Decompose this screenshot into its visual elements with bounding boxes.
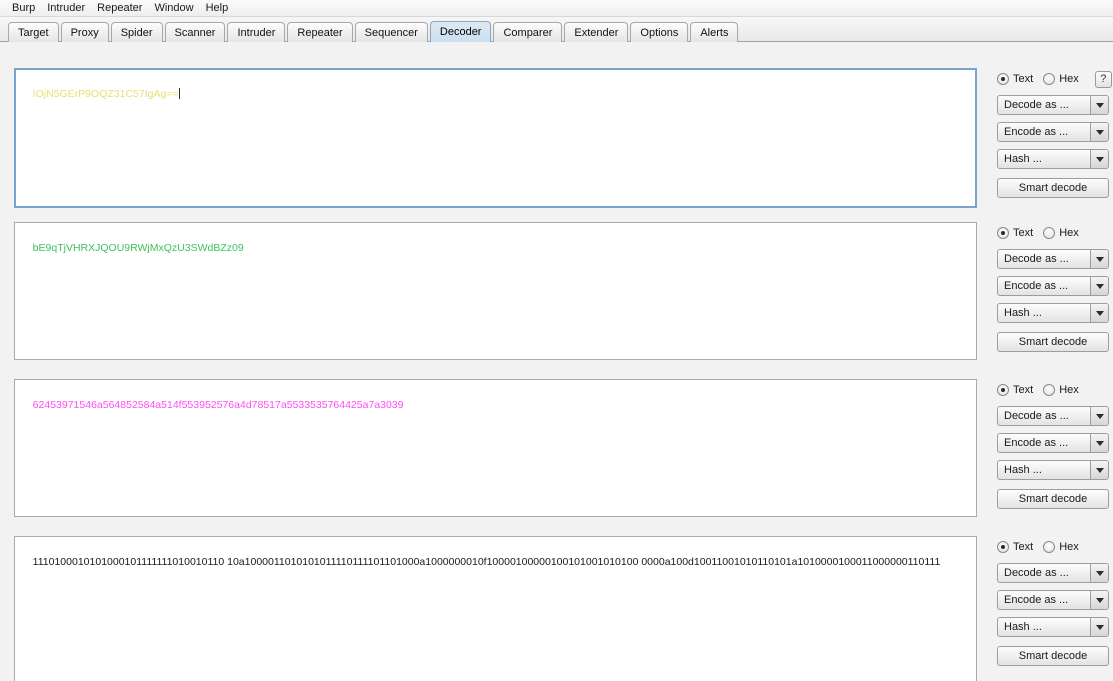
encode-as-dropdown-4[interactable]: Encode as ... <box>997 590 1109 610</box>
encode-as-label-1: Encode as ... <box>1004 126 1069 138</box>
radio-hex-label-3: Hex <box>1059 384 1079 396</box>
radio-text-4[interactable] <box>997 541 1009 553</box>
chevron-down-icon[interactable] <box>1090 250 1108 268</box>
hash-dropdown-4[interactable]: Hash ... <box>997 617 1109 637</box>
encode-as-dropdown-2[interactable]: Encode as ... <box>997 276 1109 296</box>
tab-target[interactable]: Target <box>8 22 59 42</box>
encode-as-label-3: Encode as ... <box>1004 437 1069 449</box>
hash-dropdown-2[interactable]: Hash ... <box>997 303 1109 323</box>
chevron-down-icon[interactable] <box>1090 564 1108 582</box>
tab-extender[interactable]: Extender <box>564 22 629 42</box>
tab-proxy[interactable]: Proxy <box>60 22 109 42</box>
chevron-down-icon[interactable] <box>1090 618 1108 636</box>
smart-decode-button-4[interactable]: Smart decode <box>997 646 1109 666</box>
decoder-input-text: IOjN5GErP9OQZ31C57IgAg== <box>32 88 179 100</box>
radio-text-3[interactable] <box>997 384 1009 396</box>
decode-as-label-4: Decode as ... <box>1004 567 1069 579</box>
smart-decode-button-3[interactable]: Smart decode <box>997 489 1109 509</box>
tab-scanner[interactable]: Scanner <box>164 22 226 42</box>
tab-decoder[interactable]: Decoder <box>429 21 492 42</box>
decoder-stage2-textarea[interactable]: 62453971546a564852584a514f553952576a4d78… <box>14 379 977 517</box>
mode-radio-group-3: Text Hex <box>997 381 1113 399</box>
decode-as-dropdown-1[interactable]: Decode as ... <box>997 95 1109 115</box>
decoder-workspace: IOjN5GErP9OQZ31C57IgAg== Text Hex ? Deco… <box>0 42 1113 681</box>
radio-hex-4[interactable] <box>1043 541 1056 553</box>
tab-spider[interactable]: Spider <box>110 22 163 42</box>
decode-as-dropdown-4[interactable]: Decode as ... <box>997 563 1109 583</box>
hash-label-1: Hash ... <box>1004 153 1042 165</box>
text-caret <box>178 88 180 99</box>
smart-decode-button-2[interactable]: Smart decode <box>997 332 1109 352</box>
hash-label-2: Hash ... <box>1004 307 1042 319</box>
encode-as-dropdown-1[interactable]: Encode as ... <box>997 122 1109 142</box>
help-button-1[interactable]: ? <box>1094 70 1112 88</box>
tab-repeater[interactable]: Repeater <box>287 22 353 42</box>
radio-hex-2[interactable] <box>1043 227 1056 239</box>
encode-as-label-2: Encode as ... <box>1004 280 1069 292</box>
radio-text-label-2: Text <box>1013 227 1034 239</box>
radio-text-2[interactable] <box>997 227 1009 239</box>
encode-as-label-4: Encode as ... <box>1004 594 1069 606</box>
tab-options[interactable]: Options <box>630 22 689 42</box>
decoder-input-textarea[interactable]: IOjN5GErP9OQZ31C57IgAg== <box>14 68 977 208</box>
tab-sequencer[interactable]: Sequencer <box>354 22 428 42</box>
tab-comparer[interactable]: Comparer <box>493 22 563 42</box>
decoder-stage1-text: bE9qTjVHRXJQOU9RWjMxQzU3SWdBZz09 <box>32 242 244 254</box>
menu-bar: Burp Intruder Repeater Window Help <box>0 0 1113 17</box>
decode-as-label-1: Decode as ... <box>1004 99 1069 111</box>
mode-radio-group-1: Text Hex ? <box>997 70 1113 88</box>
chevron-down-icon[interactable] <box>1090 96 1108 114</box>
radio-hex-3[interactable] <box>1043 384 1056 396</box>
decoder-controls-2: Text Hex Decode as ... Encode as ... Has… <box>997 224 1113 352</box>
radio-text-label-4: Text <box>1013 541 1034 553</box>
decoder-controls-4: Text Hex Decode as ... Encode as ... Has… <box>997 538 1113 666</box>
decode-as-label-3: Decode as ... <box>1004 410 1069 422</box>
menu-item-help[interactable]: Help <box>200 1 235 16</box>
chevron-down-icon[interactable] <box>1090 304 1108 322</box>
radio-hex-1[interactable] <box>1043 73 1056 85</box>
chevron-down-icon[interactable] <box>1090 461 1108 479</box>
chevron-down-icon[interactable] <box>1090 150 1108 168</box>
chevron-down-icon[interactable] <box>1090 277 1108 295</box>
decoder-stage3-text: 1110100010101000101111111010010110 10a10… <box>32 556 941 568</box>
decoder-controls-1: Text Hex ? Decode as ... Encode as ... H… <box>997 70 1113 198</box>
mode-radio-group-4: Text Hex <box>997 538 1113 556</box>
radio-text-label-1: Text <box>1013 73 1034 85</box>
hash-dropdown-1[interactable]: Hash ... <box>997 149 1109 169</box>
decoder-stage3-textarea[interactable]: 1110100010101000101111111010010110 10a10… <box>14 536 977 681</box>
decode-as-label-2: Decode as ... <box>1004 253 1069 265</box>
radio-text-1[interactable] <box>997 73 1009 85</box>
chevron-down-icon[interactable] <box>1090 407 1108 425</box>
tab-alerts[interactable]: Alerts <box>690 22 739 42</box>
smart-decode-button-1[interactable]: Smart decode <box>997 178 1109 198</box>
decode-as-dropdown-3[interactable]: Decode as ... <box>997 406 1109 426</box>
decoder-stage2-text: 62453971546a564852584a514f553952576a4d78… <box>32 399 404 411</box>
hash-label-4: Hash ... <box>1004 621 1042 633</box>
radio-hex-label-4: Hex <box>1059 541 1079 553</box>
menu-item-window[interactable]: Window <box>148 1 199 16</box>
menu-item-burp[interactable]: Burp <box>6 1 41 16</box>
mode-radio-group-2: Text Hex <box>997 224 1113 242</box>
tab-intruder[interactable]: Intruder <box>227 22 286 42</box>
chevron-down-icon[interactable] <box>1090 434 1108 452</box>
menu-item-repeater[interactable]: Repeater <box>91 1 148 16</box>
chevron-down-icon[interactable] <box>1090 123 1108 141</box>
main-tab-bar: Target Proxy Spider Scanner Intruder Rep… <box>0 17 1113 42</box>
decoder-stage1-textarea[interactable]: bE9qTjVHRXJQOU9RWjMxQzU3SWdBZz09 <box>14 222 977 360</box>
hash-label-3: Hash ... <box>1004 464 1042 476</box>
hash-dropdown-3[interactable]: Hash ... <box>997 460 1109 480</box>
decode-as-dropdown-2[interactable]: Decode as ... <box>997 249 1109 269</box>
encode-as-dropdown-3[interactable]: Encode as ... <box>997 433 1109 453</box>
menu-item-intruder[interactable]: Intruder <box>41 1 91 16</box>
decoder-controls-3: Text Hex Decode as ... Encode as ... Has… <box>997 381 1113 509</box>
radio-hex-label-1: Hex <box>1059 73 1079 85</box>
radio-hex-label-2: Hex <box>1059 227 1079 239</box>
radio-text-label-3: Text <box>1013 384 1034 396</box>
chevron-down-icon[interactable] <box>1090 591 1108 609</box>
